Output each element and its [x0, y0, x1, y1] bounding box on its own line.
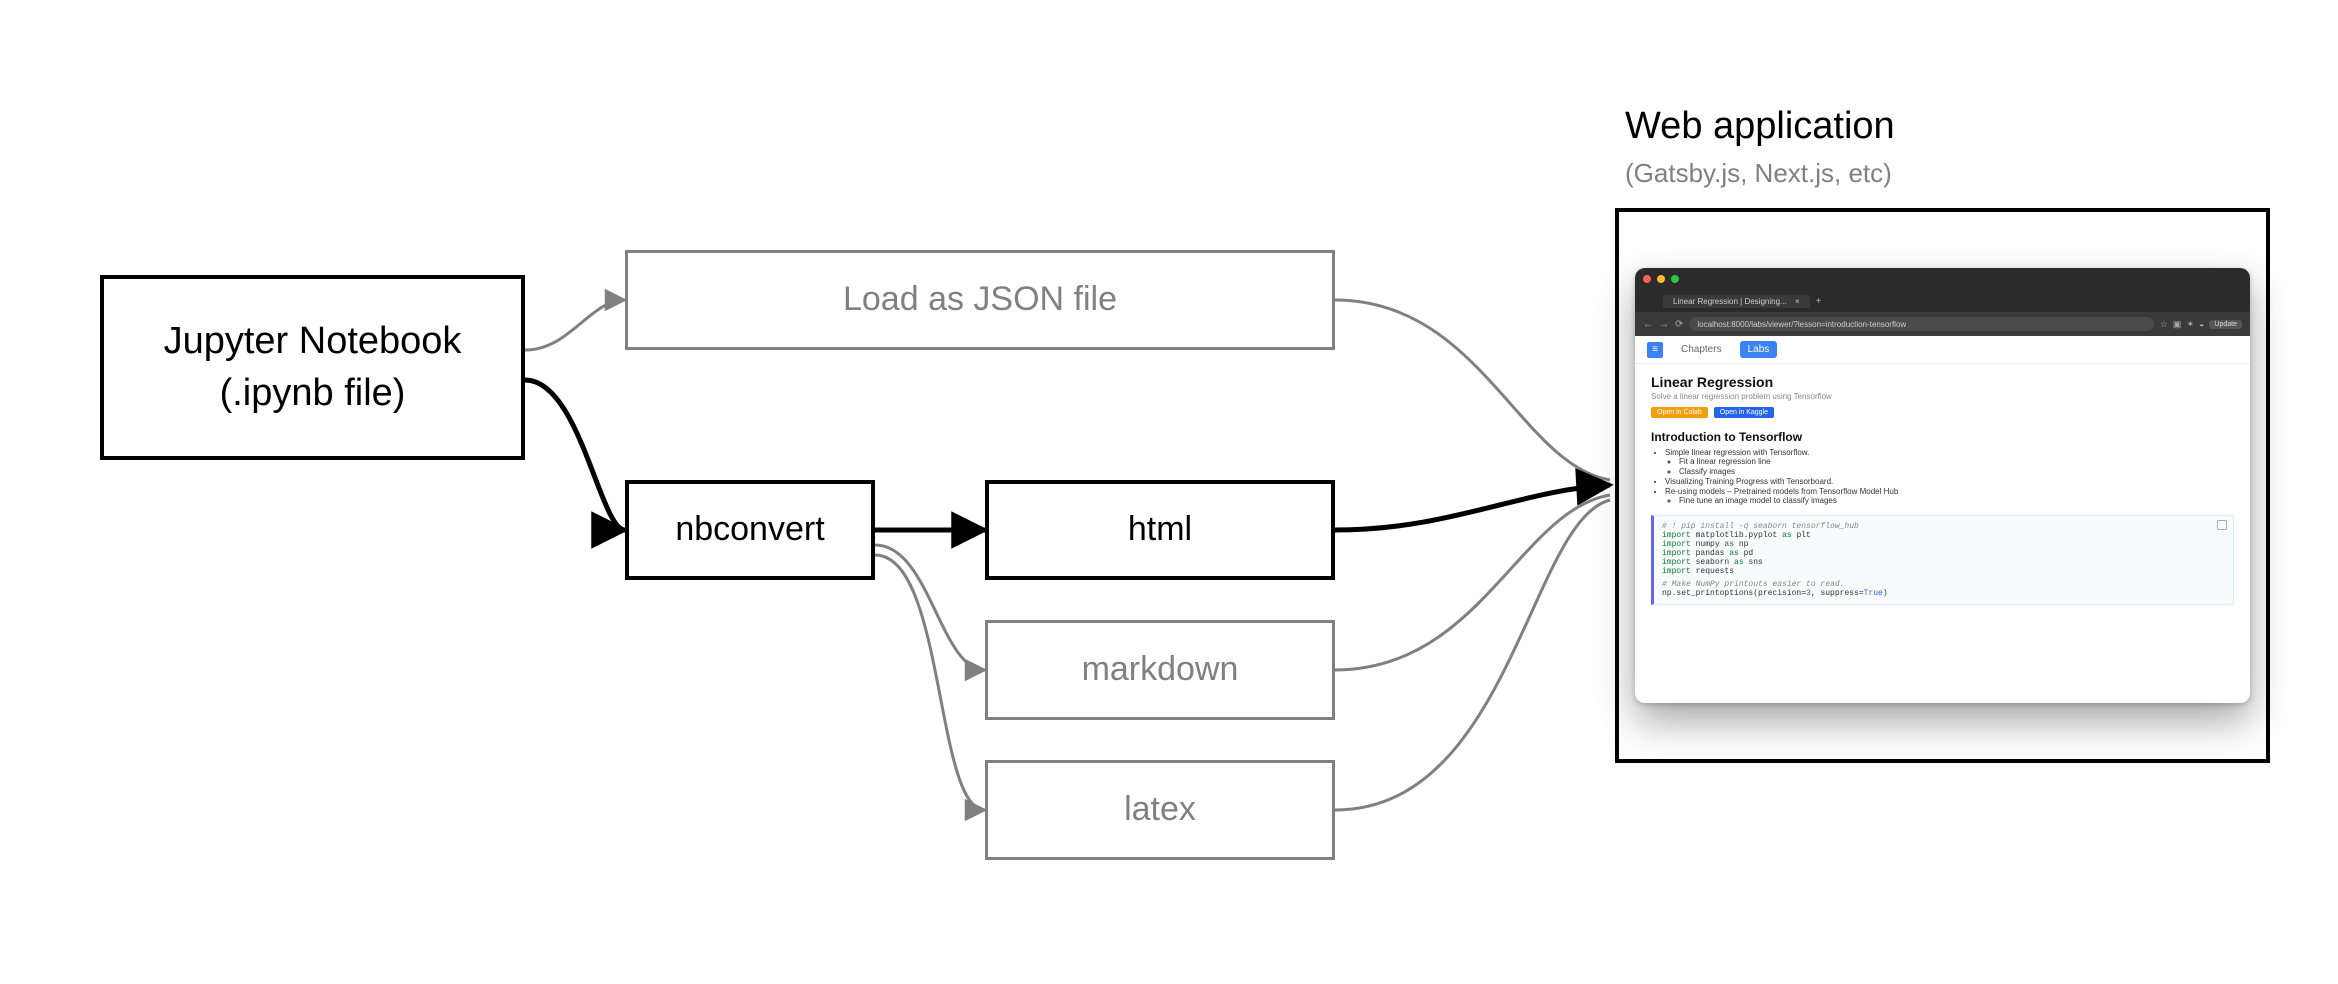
window-titlebar: [1635, 268, 2250, 290]
profile-icon: ◒: [2199, 319, 2204, 329]
node-markdown-label: markdown: [1082, 647, 1239, 693]
page-subtitle: Solve a linear regression problem using …: [1651, 392, 2234, 401]
node-load-json-label: Load as JSON file: [843, 277, 1117, 323]
bullet-3: Re-using models – Pretrained models from…: [1665, 487, 1898, 496]
node-latex: latex: [985, 760, 1335, 860]
site-logo-icon: ≡: [1647, 342, 1663, 358]
code-cell: # ! pip install -q seaborn tensorflow_hu…: [1651, 515, 2234, 605]
bullet-1b: Classify images: [1679, 467, 2234, 476]
nav-labs: Labs: [1740, 341, 1778, 358]
webapp-title: Web application: [1625, 105, 1895, 148]
node-source-line1: Jupyter Notebook: [164, 316, 462, 367]
code-line-1: # ! pip install -q seaborn tensorflow_hu…: [1662, 522, 2225, 531]
extensions-icon: ▣: [2173, 319, 2182, 330]
page-content: Linear Regression Solve a linear regress…: [1635, 364, 2250, 619]
node-nbconvert-label: nbconvert: [675, 507, 824, 553]
traffic-light-zoom-icon: [1671, 275, 1679, 283]
share-icon: ☆: [2160, 319, 2168, 330]
code-line-7: # Make NumPy printouts easier to read.: [1662, 580, 2225, 589]
badge-open-kaggle: Open in Kaggle: [1714, 407, 1774, 418]
node-html: html: [985, 480, 1335, 580]
bullet-1: Simple linear regression with Tensorflow…: [1665, 448, 1809, 457]
node-markdown: markdown: [985, 620, 1335, 720]
node-load-json: Load as JSON file: [625, 250, 1335, 350]
nav-back-icon: ←: [1643, 319, 1653, 330]
copy-icon: [2217, 520, 2227, 530]
node-nbconvert: nbconvert: [625, 480, 875, 580]
nav-chapters: Chapters: [1681, 344, 1722, 355]
browser-url-bar: ← → ⟳ localhost:8000/labs/viewer/?lesson…: [1635, 312, 2250, 336]
nav-forward-icon: →: [1659, 319, 1669, 330]
browser-tab-row: Linear Regression | Designing... × +: [1635, 290, 2250, 312]
browser-tab-title: Linear Regression | Designing...: [1673, 297, 1787, 306]
url-field: localhost:8000/labs/viewer/?lesson=intro…: [1689, 317, 2153, 331]
page-h1: Linear Regression: [1651, 374, 2234, 390]
webapp-subtitle: (Gatsby.js, Next.js, etc): [1625, 158, 1892, 189]
browser-update-button: Update: [2209, 320, 2242, 329]
puzzle-icon: ✶: [2186, 319, 2194, 330]
badge-open-colab: Open in Colab: [1651, 407, 1708, 418]
url-text: localhost:8000/labs/viewer/?lesson=intro…: [1697, 320, 1906, 329]
site-header: ≡ Chapters Labs: [1635, 336, 2250, 364]
page-bullets: Simple linear regression with Tensorflow…: [1651, 448, 2234, 505]
traffic-light-minimize-icon: [1657, 275, 1665, 283]
bullet-2: Visualizing Training Progress with Tenso…: [1665, 477, 2234, 486]
bullet-3a: Fine tune an image model to classify ima…: [1679, 496, 2234, 505]
nav-reload-icon: ⟳: [1675, 319, 1683, 330]
node-latex-label: latex: [1124, 787, 1196, 833]
page-h2: Introduction to Tensorflow: [1651, 430, 2234, 444]
traffic-light-close-icon: [1643, 275, 1651, 283]
node-source-line2: (.ipynb file): [164, 368, 462, 419]
browser-tab: Linear Regression | Designing... ×: [1663, 295, 1810, 308]
node-html-label: html: [1128, 507, 1192, 553]
bullet-1a: Fit a linear regression line: [1679, 457, 2234, 466]
screenshot-browser-window: Linear Regression | Designing... × + ← →…: [1635, 268, 2250, 703]
new-tab-icon: +: [1816, 296, 1822, 307]
node-jupyter-notebook: Jupyter Notebook (.ipynb file): [100, 275, 525, 460]
